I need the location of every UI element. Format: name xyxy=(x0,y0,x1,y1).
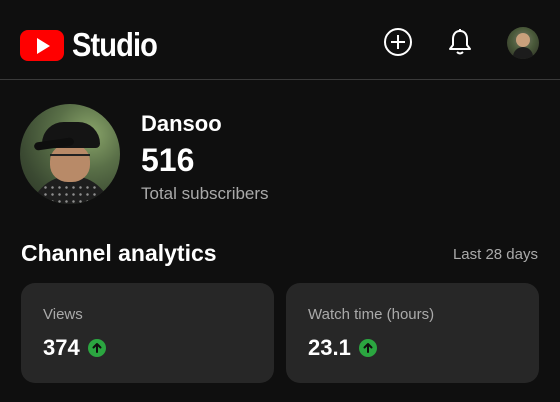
logo-text: Studio xyxy=(72,26,158,63)
views-card[interactable]: Views 374 xyxy=(21,283,274,383)
avatar-glasses xyxy=(50,154,90,162)
top-app-bar: Studio xyxy=(0,0,560,80)
channel-avatar[interactable] xyxy=(20,104,120,204)
avatar-face xyxy=(50,144,90,182)
create-icon xyxy=(384,28,412,56)
notifications-button[interactable] xyxy=(444,26,476,58)
watch-time-value-row: 23.1 xyxy=(308,335,377,361)
studio-app: Studio Dansoo 516 Total subscribers Chan xyxy=(0,0,560,402)
channel-name: Dansoo xyxy=(141,111,222,136)
trend-up-icon xyxy=(87,339,106,357)
analytics-title: Channel analytics xyxy=(21,240,217,266)
subscriber-label: Total subscribers xyxy=(141,184,269,203)
trend-up-icon xyxy=(358,339,377,357)
notifications-icon xyxy=(449,29,471,55)
subscriber-count: 516 xyxy=(141,142,195,178)
views-value: 374 xyxy=(43,335,80,360)
watch-time-card[interactable]: Watch time (hours) 23.1 xyxy=(286,283,539,383)
watch-time-label: Watch time (hours) xyxy=(308,306,435,323)
youtube-play-icon xyxy=(20,29,64,61)
views-label: Views xyxy=(43,306,83,323)
account-avatar[interactable] xyxy=(507,27,539,59)
create-button[interactable] xyxy=(382,26,414,58)
analytics-range: Last 28 days xyxy=(452,246,538,263)
studio-logo[interactable]: Studio xyxy=(20,26,169,64)
watch-time-value: 23.1 xyxy=(308,335,351,360)
views-value-row: 374 xyxy=(43,335,106,361)
